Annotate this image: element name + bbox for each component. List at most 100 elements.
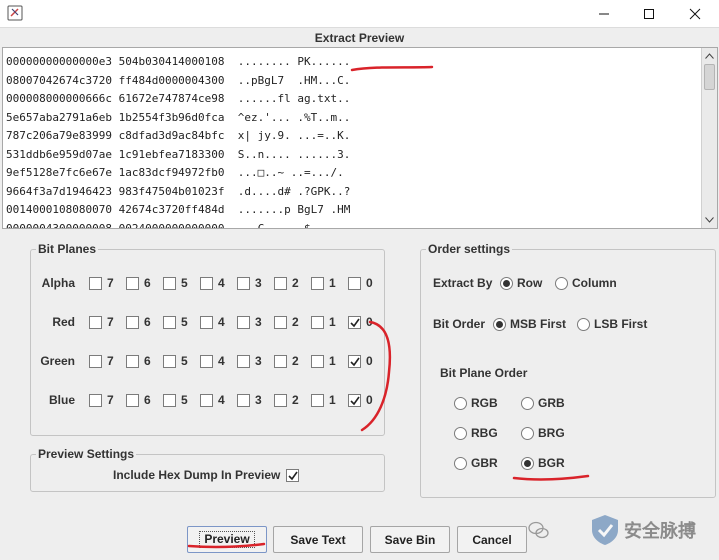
checkmark-icon (349, 357, 360, 366)
bit-checkbox-alpha-3[interactable] (237, 277, 250, 290)
hex-dump-line: 787c206a79e83999 c8dfad3d9ac84bfc x| jy.… (6, 129, 351, 142)
hex-dump-line: 9664f3a7d1946423 983f47504b01023f .d....… (6, 184, 351, 198)
bit-checkbox-blue-1[interactable] (311, 394, 324, 407)
save-bin-button[interactable]: Save Bin (370, 526, 450, 553)
scroll-down-arrow-icon[interactable] (702, 212, 717, 228)
extract-by-row-radio[interactable] (500, 277, 513, 290)
bit-checkbox-red-1[interactable] (311, 316, 324, 329)
bit-plane-row-label-alpha: Alpha (41, 276, 75, 290)
bit-checkbox-green-7[interactable] (89, 355, 102, 368)
bit-checkbox-blue-5[interactable] (163, 394, 176, 407)
bit-number-label: 6 (144, 315, 151, 329)
preview-settings-title: Preview Settings (36, 446, 137, 462)
maximize-icon (644, 9, 654, 19)
minimize-icon (599, 13, 609, 15)
bit-checkbox-alpha-6[interactable] (126, 277, 139, 290)
extract-by-row-label: Row (517, 276, 543, 290)
bit-checkbox-red-7[interactable] (89, 316, 102, 329)
plane-order-brg-radio[interactable] (521, 427, 534, 440)
title-bar (0, 0, 719, 28)
bit-checkbox-blue-7[interactable] (89, 394, 102, 407)
bit-checkbox-green-4[interactable] (200, 355, 213, 368)
plane-order-rbg-radio[interactable] (454, 427, 467, 440)
bit-checkbox-green-6[interactable] (126, 355, 139, 368)
bit-order-lsb-first-label: LSB First (594, 317, 648, 331)
bit-checkbox-alpha-0[interactable] (348, 277, 361, 290)
bit-checkbox-blue-6[interactable] (126, 394, 139, 407)
bit-checkbox-red-2[interactable] (274, 316, 287, 329)
bit-order-lsb-first-radio[interactable] (577, 318, 590, 331)
plane-order-brg-label: BRG (538, 426, 565, 440)
bit-checkbox-alpha-1[interactable] (311, 277, 324, 290)
bit-checkbox-alpha-2[interactable] (274, 277, 287, 290)
vertical-scrollbar[interactable] (701, 48, 717, 228)
plane-order-gbr-label: GBR (471, 456, 498, 470)
maximize-button[interactable] (627, 0, 671, 28)
extract-by-column-radio[interactable] (555, 277, 568, 290)
bit-plane-row-label-green: Green (40, 354, 75, 368)
bit-planes-title: Bit Planes (36, 241, 99, 257)
bit-checkbox-green-0[interactable] (348, 355, 361, 368)
scroll-thumb[interactable] (704, 64, 715, 90)
bit-checkbox-red-3[interactable] (237, 316, 250, 329)
bit-order-msb-first-radio[interactable] (493, 318, 506, 331)
plane-order-rbg-label: RBG (471, 426, 498, 440)
bit-number-label: 7 (107, 315, 114, 329)
save-text-button[interactable]: Save Text (273, 526, 363, 553)
bit-number-label: 4 (218, 354, 225, 368)
hex-dump-line: 000008000000666c 61672e747874ce98 ......… (6, 92, 351, 105)
hex-dump-checkbox[interactable] (286, 469, 299, 482)
bit-number-label: 0 (366, 393, 373, 407)
bit-checkbox-blue-0[interactable] (348, 394, 361, 407)
bit-checkbox-alpha-5[interactable] (163, 277, 176, 290)
close-button[interactable] (673, 0, 717, 28)
hex-dump-line: 00000000000000e3 504b030414000108 ......… (6, 55, 351, 68)
plane-order-bgr-radio[interactable] (521, 457, 534, 470)
java-app-icon (7, 5, 23, 21)
checkmark-icon (349, 396, 360, 405)
cancel-button[interactable]: Cancel (457, 526, 527, 553)
plane-order-rgb-radio[interactable] (454, 397, 467, 410)
bit-number-label: 1 (329, 354, 336, 368)
preview-button-label: Preview (199, 531, 255, 548)
bit-checkbox-red-6[interactable] (126, 316, 139, 329)
bit-checkbox-alpha-7[interactable] (89, 277, 102, 290)
checkmark-icon (287, 471, 298, 480)
bit-number-label: 5 (181, 354, 188, 368)
window-title: Extract Preview (314, 31, 405, 45)
hex-dump-text: 00000000000000e3 504b030414000108 ......… (6, 53, 698, 229)
preview-text-area[interactable]: 00000000000000e3 504b030414000108 ......… (2, 47, 718, 229)
bit-checkbox-blue-2[interactable] (274, 394, 287, 407)
bit-number-label: 3 (255, 354, 262, 368)
bit-order-msb-first-label: MSB First (510, 317, 567, 331)
bit-checkbox-green-3[interactable] (237, 355, 250, 368)
bit-number-label: 7 (107, 393, 114, 407)
bit-checkbox-red-5[interactable] (163, 316, 176, 329)
bit-checkbox-green-2[interactable] (274, 355, 287, 368)
bit-plane-row-label-blue: Blue (48, 393, 75, 407)
minimize-button[interactable] (582, 0, 626, 28)
bit-checkbox-red-4[interactable] (200, 316, 213, 329)
bit-checkbox-red-0[interactable] (348, 316, 361, 329)
bit-number-label: 7 (107, 276, 114, 290)
bit-number-label: 3 (255, 276, 262, 290)
plane-order-grb-radio[interactable] (521, 397, 534, 410)
scroll-up-arrow-icon[interactable] (702, 48, 717, 64)
preview-button[interactable]: Preview (187, 526, 267, 553)
plane-order-gbr-radio[interactable] (454, 457, 467, 470)
bit-number-label: 7 (107, 354, 114, 368)
bit-checkbox-blue-4[interactable] (200, 394, 213, 407)
bit-checkbox-green-5[interactable] (163, 355, 176, 368)
checkmark-icon (349, 318, 360, 327)
watermark: 安全脉搏 (528, 505, 718, 555)
bit-checkbox-alpha-4[interactable] (200, 277, 213, 290)
bit-checkbox-blue-3[interactable] (237, 394, 250, 407)
bit-order-label: Bit Order (433, 317, 486, 331)
hex-dump-label: Include Hex Dump In Preview (113, 468, 281, 482)
plane-order-rgb-label: RGB (471, 396, 498, 410)
bit-checkbox-green-1[interactable] (311, 355, 324, 368)
close-icon (689, 8, 701, 20)
hex-dump-line: 0000004300000008 0024000000000000 ...C..… (6, 221, 351, 229)
hex-dump-line: 531ddb6e959d07ae 1c91ebfea7183300 S..n..… (6, 147, 351, 161)
hex-dump-line: 5e657aba2791a6eb 1b2554f3b96d0fca ^ez.'.… (6, 110, 351, 124)
